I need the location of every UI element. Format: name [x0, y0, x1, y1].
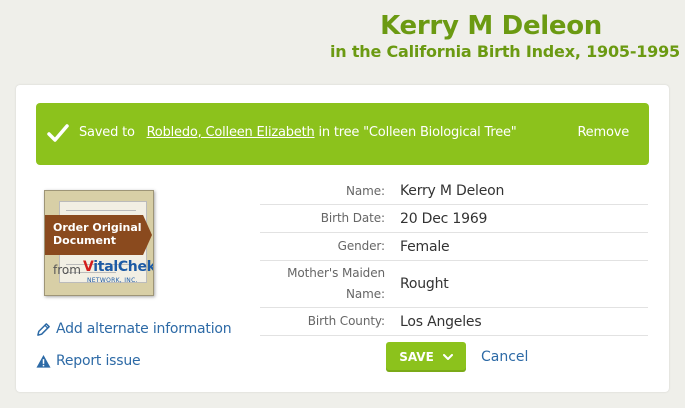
vitalchek-logo: VitalChek [83, 259, 154, 275]
add-alternate-info-link[interactable]: Add alternate information [36, 321, 232, 337]
record-row-birth-date: Birth Date: 20 Dec 1969 [260, 205, 648, 233]
saved-banner: Saved to Robledo, Colleen Elizabeth in t… [36, 103, 649, 165]
record-value: Kerry M Deleon [400, 183, 505, 199]
record-row-gender: Gender: Female [260, 233, 648, 261]
vitalchek-network: NETWORK, INC. [87, 277, 138, 284]
report-issue-link[interactable]: Report issue [36, 353, 141, 369]
record-row-name: Name: Kerry M Deleon [260, 178, 648, 205]
saved-person-link[interactable]: Robledo, Colleen Elizabeth [147, 125, 315, 140]
record-value: 20 Dec 1969 [400, 210, 488, 227]
banner-line-2: Document [53, 234, 117, 247]
pencil-icon [37, 322, 50, 336]
save-button[interactable]: SAVE [386, 342, 466, 372]
from-label: from [53, 263, 81, 277]
record-label: Birth County: [307, 314, 385, 328]
record-label: Mother's Maiden Name: [287, 266, 385, 301]
save-button-label: SAVE [399, 350, 434, 364]
checkmark-icon [47, 124, 69, 142]
report-issue-label: Report issue [56, 353, 141, 369]
page-title: Kerry M Deleon [380, 11, 602, 41]
record-value: Rought [400, 276, 449, 292]
record-card: Saved to Robledo, Colleen Elizabeth in t… [16, 85, 669, 392]
chevron-down-icon [442, 353, 453, 360]
saved-prefix: Saved to [79, 125, 135, 140]
record-row-birth-county: Birth County: Los Angeles [260, 308, 648, 336]
record-label: Birth Date: [320, 211, 385, 225]
saved-tree-text: in tree "Colleen Biological Tree" [318, 125, 517, 140]
order-original-document[interactable]: Order Original Document from VitalChek N… [44, 190, 154, 296]
add-alternate-info-label: Add alternate information [56, 321, 232, 337]
cancel-button[interactable]: Cancel [481, 349, 528, 365]
record-row-mothers-maiden-name: Mother's Maiden Name: Rought [260, 261, 648, 308]
vitalchek-text: italChek [93, 259, 154, 275]
record-label: Name: [346, 183, 385, 198]
record-value: Female [400, 238, 450, 255]
page-subtitle: in the California Birth Index, 1905-1995 [329, 42, 680, 61]
remove-button[interactable]: Remove [577, 125, 629, 140]
order-original-banner: Order Original Document [45, 215, 152, 255]
record-label: Gender: [337, 239, 385, 253]
banner-line-1: Order Original [53, 221, 142, 234]
record-details: Name: Kerry M Deleon Birth Date: 20 Dec … [260, 178, 648, 336]
saved-banner-text: Saved to Robledo, Colleen Elizabeth in t… [79, 125, 517, 140]
vitalchek-v: V [83, 259, 94, 275]
record-value: Los Angeles [400, 313, 482, 330]
page-header: Kerry M Deleon in the California Birth I… [330, 10, 680, 62]
warning-icon [36, 354, 51, 368]
